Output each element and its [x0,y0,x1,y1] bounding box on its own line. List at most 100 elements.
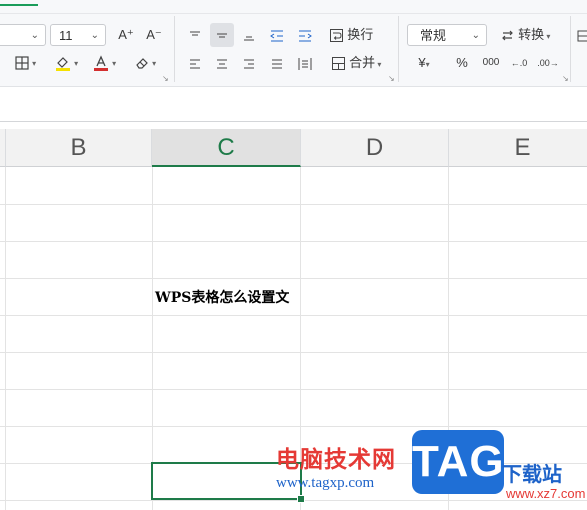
fill-bucket-icon [55,56,70,71]
decrease-font-icon: A⁻ [146,27,162,42]
dialog-launcher-icon[interactable]: ↘ [388,74,395,83]
convert-icon [501,30,513,41]
grid-line [0,241,587,242]
wrap-text-icon [329,29,343,43]
chevron-down-icon: ▾ [71,59,79,68]
font-size-select[interactable]: 11 ⌄ [50,24,106,46]
distributed-align-button[interactable] [293,51,317,75]
font-color-icon [93,54,108,71]
decrease-decimal-icon: .00→ [537,58,559,68]
grid-line [0,500,587,501]
ribbon-toolbar: ⌄ 11 ⌄ A⁺ A⁻ ▾ ▾ ▾ ▾ ↘ 换行 合并 ▾ ↘ 常规 ⌄ 转换… [0,0,587,87]
clear-format-button[interactable]: ▾ [128,50,162,74]
more-tools-button[interactable] [576,23,587,47]
percent-icon: % [456,55,468,70]
ribbon-divider [0,13,587,14]
increase-decimal-icon: ←.0 [510,58,528,68]
column-header-c[interactable]: C [152,129,301,167]
indent-icon [299,30,312,42]
cell-c-text[interactable]: WPS表格怎么设置文 [155,287,289,307]
outdent-icon [270,30,283,42]
align-right-button[interactable] [237,51,261,75]
increase-font-button[interactable]: A⁺ [114,23,138,47]
merge-cells-label: 合并 [349,55,376,70]
dialog-launcher-icon[interactable]: ↘ [562,74,569,83]
font-color-button[interactable]: ▾ [88,50,120,74]
currency-format-button[interactable]: ¥▾ [411,51,437,75]
group-divider [570,16,571,82]
fill-color-button[interactable]: ▾ [50,50,82,74]
increase-decimal-button[interactable]: ←.0 [506,51,532,75]
justify-button[interactable] [265,51,289,75]
chevron-down-icon: ▾ [375,60,382,69]
number-format-value: 常规 [420,28,447,43]
merge-cells-icon [331,57,345,71]
group-divider [174,16,175,82]
align-top-button[interactable] [183,23,207,47]
grid-line [5,167,6,510]
dialog-launcher-icon[interactable]: ↘ [162,74,169,83]
grid-line [0,426,587,427]
thousands-separator-button[interactable]: 000 [478,51,504,75]
active-tab-indicator [0,4,38,6]
thousands-icon: 000 [482,57,500,68]
column-header-b[interactable]: B [6,129,152,167]
align-center-button[interactable] [210,51,234,75]
align-right-icon [244,59,254,69]
decrease-font-button[interactable]: A⁻ [142,23,166,47]
wrap-text-label: 换行 [347,27,374,42]
percent-format-button[interactable]: % [450,51,474,75]
decrease-indent-button[interactable] [265,23,289,47]
align-left-button[interactable] [183,51,207,75]
chevron-down-icon: ▾ [109,59,117,68]
align-bottom-button[interactable] [237,23,261,47]
increase-indent-button[interactable] [293,23,317,47]
align-top-icon [190,31,200,36]
grid-icon [577,30,587,42]
number-format-select[interactable]: 常规 ⌄ [407,24,487,46]
align-left-icon [190,59,200,69]
grid-line [0,278,587,279]
watermark-site: 下载站 [502,464,562,486]
chevron-down-icon: ▾ [425,60,430,69]
watermark-text: 电脑技术网 [276,446,396,472]
grid-line [0,204,587,205]
wrap-text-button[interactable]: 换行 [326,23,376,47]
convert-button[interactable]: 转换 ▾ [494,23,556,47]
justify-icon [272,59,282,69]
chevron-down-icon: ⌄ [30,30,39,41]
group-divider [398,16,399,82]
chevron-down-icon: ⌄ [90,30,99,41]
watermark-logo: TAG [412,430,504,494]
decrease-decimal-button[interactable]: .00→ [534,51,562,75]
font-name-select[interactable]: ⌄ [0,24,46,46]
grid-line [152,167,153,510]
formula-bar[interactable] [0,87,587,122]
grid-line [0,389,587,390]
align-bottom-icon [244,36,254,41]
increase-font-icon: A⁺ [118,27,134,42]
font-size-value: 11 [59,28,73,43]
column-header-d[interactable]: D [301,129,449,167]
convert-label: 转换 [518,27,545,42]
eraser-icon [136,57,148,69]
sheet-top-gap [0,122,587,129]
chevron-down-icon: ⌄ [471,30,480,41]
merge-cells-button[interactable]: 合并 ▾ [326,51,386,75]
chevron-down-icon: ▾ [544,32,551,41]
grid-line [0,315,587,316]
currency-icon: ¥ [418,55,426,70]
column-header-e[interactable]: E [449,129,587,167]
grid-line [0,352,587,353]
distributed-align-icon [298,57,312,70]
align-middle-button[interactable] [210,23,234,47]
watermark-url-2: www.xz7.com [506,486,586,501]
fill-handle[interactable] [297,495,305,503]
watermark-url: www.tagxp.com [276,475,375,491]
align-middle-icon [217,33,227,38]
borders-button[interactable]: ▾ [8,50,42,74]
align-center-icon [217,59,227,69]
borders-icon [15,55,29,70]
chevron-down-icon: ▾ [149,59,157,68]
chevron-down-icon: ▾ [29,59,37,68]
